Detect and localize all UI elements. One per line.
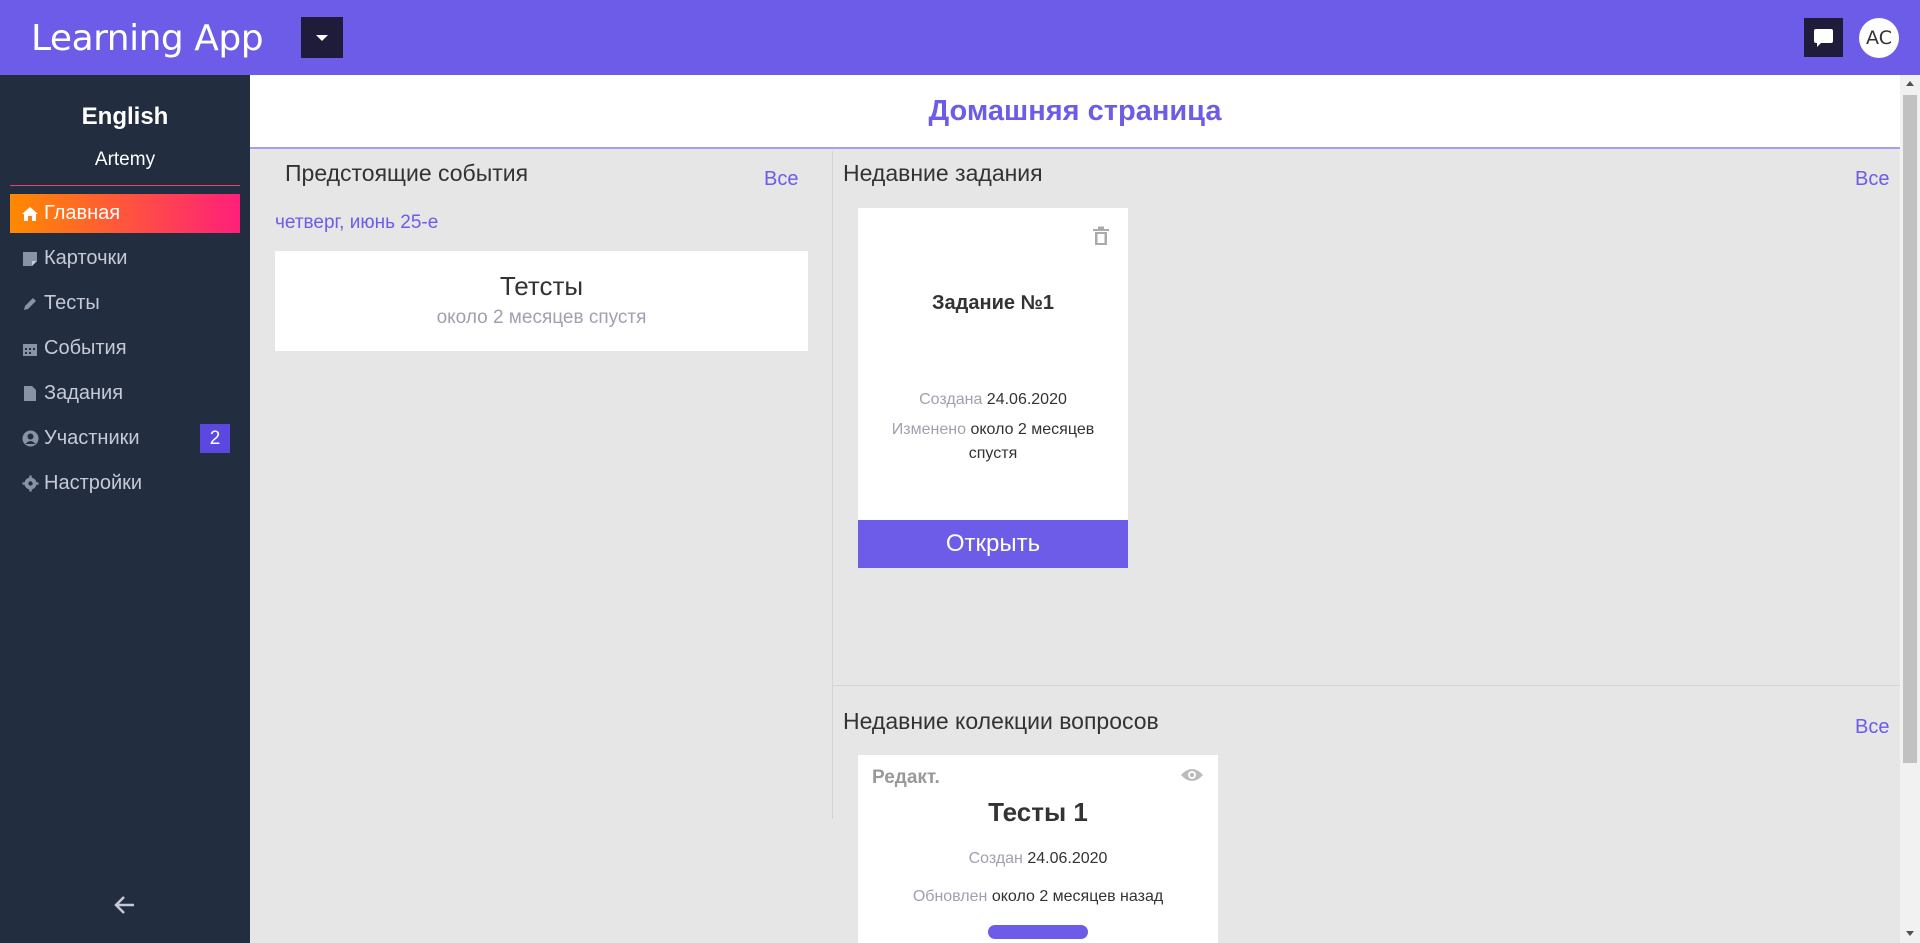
sidebar-item-label: События xyxy=(44,337,127,359)
upcoming-events-title: Предстоящие события xyxy=(285,160,529,186)
caret-down-icon xyxy=(316,35,328,41)
event-date: четверг, июнь 25-е xyxy=(275,212,439,233)
collapse-sidebar-icon[interactable] xyxy=(113,895,137,919)
pencil-icon xyxy=(20,295,40,313)
scroll-up-icon[interactable] xyxy=(1906,81,1914,86)
section-divider xyxy=(832,685,1900,686)
event-name: Тетсты xyxy=(499,271,584,301)
user-circle-icon xyxy=(20,430,40,448)
page-title: Домашняя страница xyxy=(928,95,1222,127)
collection-name: Тесты 1 xyxy=(988,797,1088,827)
collection-action-button[interactable] xyxy=(988,925,1088,939)
course-name: English xyxy=(81,103,169,130)
collection-created: Создан 24.06.2020 xyxy=(968,850,1108,867)
sidebar-item-label: Настройки xyxy=(44,472,143,494)
participants-count-badge: 2 xyxy=(200,424,230,453)
task-modified: Изменено около 2 месяцев xyxy=(891,421,1095,438)
collection-updated: Обновлен около 2 месяцев назад xyxy=(912,888,1164,905)
dropdown-button[interactable] xyxy=(301,17,343,58)
events-all-link[interactable]: Все xyxy=(764,168,798,191)
sidebar-item-label: Тесты xyxy=(44,292,100,314)
sidebar-item-assignments[interactable]: Задания xyxy=(10,374,240,413)
sidebar-item-settings[interactable]: Настройки xyxy=(10,464,240,503)
tasks-all-link[interactable]: Все xyxy=(1855,168,1889,191)
open-task-button[interactable]: Открыть xyxy=(858,520,1128,568)
app-brand[interactable]: Learning App xyxy=(31,18,264,59)
page-header: Домашняя страница xyxy=(250,75,1900,149)
gear-icon xyxy=(20,475,40,493)
collections-all-link[interactable]: Все xyxy=(1855,716,1889,739)
event-card[interactable]: Тетсты около 2 месяцев спустя xyxy=(275,251,808,351)
task-card: Задание №1 Создана 24.06.2020 Изменено о… xyxy=(858,208,1128,568)
sidebar-item-label: Задания xyxy=(44,382,124,404)
edit-link[interactable]: Редакт. xyxy=(872,767,940,789)
sidebar-divider xyxy=(10,185,240,186)
avatar[interactable]: AC xyxy=(1859,18,1899,58)
eye-icon[interactable] xyxy=(1180,767,1204,783)
sidebar-item-cards[interactable]: Карточки xyxy=(10,239,240,278)
scrollbar-thumb[interactable] xyxy=(1903,95,1917,763)
task-modified-cont: спустя xyxy=(968,445,1018,462)
sidebar-item-events[interactable]: События xyxy=(10,329,240,368)
user-name: Artemy xyxy=(94,149,156,170)
task-name: Задание №1 xyxy=(932,292,1054,314)
sidebar-item-participants[interactable]: Участники 2 xyxy=(10,419,240,458)
chat-button[interactable] xyxy=(1804,18,1843,57)
calendar-icon xyxy=(20,340,40,358)
sidebar-item-label: Главная xyxy=(44,202,121,224)
sidebar-item-tests[interactable]: Тесты xyxy=(10,284,240,323)
collection-card: Редакт. Тесты 1 Создан 24.06.2020 Обновл… xyxy=(858,755,1218,943)
sidebar-item-home[interactable]: Главная xyxy=(10,194,240,233)
recent-collections-title: Недавние колекции вопросов xyxy=(843,708,1159,734)
task-created: Создана 24.06.2020 xyxy=(919,391,1067,408)
sidebar-item-label: Карточки xyxy=(44,247,128,269)
vertical-scrollbar[interactable] xyxy=(1900,75,1920,943)
sidebar: English Artemy Главная Карточки Тесты Со… xyxy=(0,75,250,943)
column-divider xyxy=(832,151,833,819)
trash-icon[interactable] xyxy=(1092,226,1110,246)
home-icon xyxy=(20,205,40,223)
sidebar-item-label: Участники xyxy=(44,427,140,449)
recent-tasks-title: Недавние задания xyxy=(843,160,1043,186)
file-icon xyxy=(20,385,40,403)
event-time: около 2 месяцев спустя xyxy=(436,307,647,328)
scroll-down-icon[interactable] xyxy=(1906,931,1914,936)
note-icon xyxy=(20,250,40,268)
top-navbar: Learning App AC xyxy=(0,0,1920,75)
chat-icon xyxy=(1814,29,1833,43)
